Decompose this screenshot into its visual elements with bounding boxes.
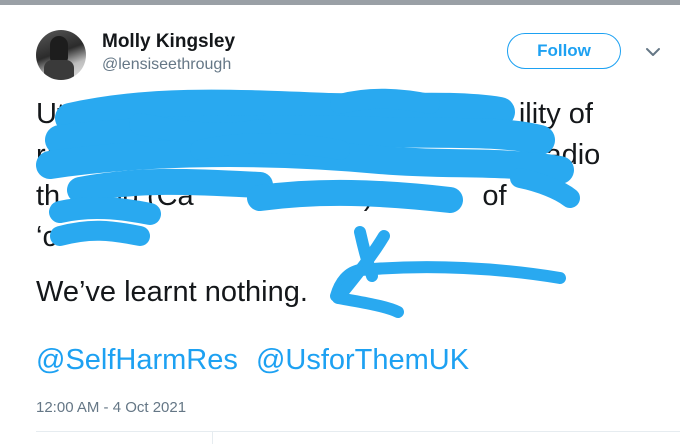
mention-link[interactable]: @SelfHarmRes xyxy=(36,344,238,376)
tweet-body: Utter ility of re radio th ing (Ca) becau of… xyxy=(36,94,656,258)
tweet-line-3: th ing (Ca) becau of xyxy=(36,180,507,212)
tweet-line-1: Utter ility of xyxy=(36,98,593,130)
avatar[interactable] xyxy=(36,30,86,80)
mentions-row: @SelfHarmRes @UsforThemUK xyxy=(36,344,479,377)
top-border xyxy=(0,0,680,5)
author-handle[interactable]: @lensiseethrough xyxy=(102,56,231,74)
chevron-down-icon[interactable] xyxy=(643,42,663,62)
divider xyxy=(212,431,213,444)
divider xyxy=(36,431,680,432)
tweet-line-2: re radio xyxy=(36,139,601,171)
tweet-timestamp[interactable]: 12:00 AM - 4 Oct 2021 xyxy=(36,399,186,416)
author-name[interactable]: Molly Kingsley xyxy=(102,31,235,53)
mention-link[interactable]: @UsforThemUK xyxy=(256,344,469,376)
tweet-line-4: ‘c xyxy=(36,221,57,253)
follow-button[interactable]: Follow xyxy=(507,33,621,69)
tweet-closing-line: We’ve learnt nothing. xyxy=(36,276,308,308)
